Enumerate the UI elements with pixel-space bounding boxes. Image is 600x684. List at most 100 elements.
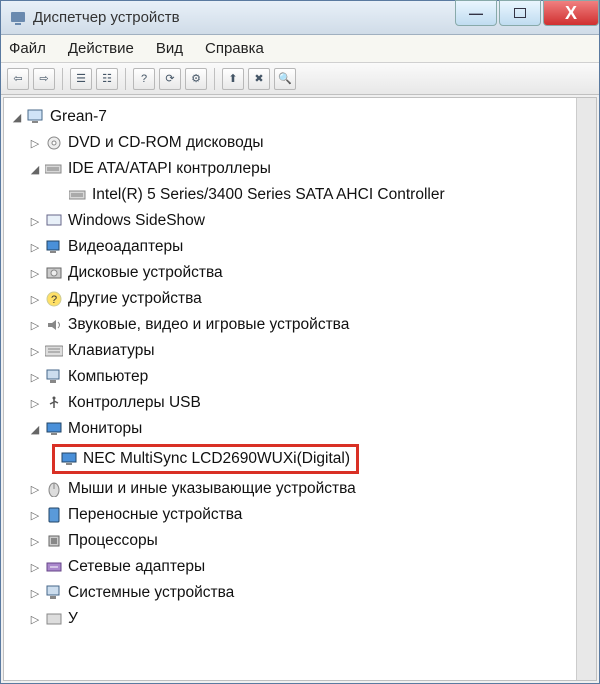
separator [125, 68, 126, 90]
monitor-icon [59, 450, 79, 468]
node-label: Дисковые устройства [68, 264, 223, 282]
node-label: Grean-7 [50, 108, 107, 126]
speaker-icon [44, 316, 64, 334]
expander-icon[interactable]: ▷ [28, 266, 42, 280]
node-label: Системные устройства [68, 584, 234, 602]
view-mode-button[interactable]: ☰ [70, 68, 92, 90]
node-label: Другие устройства [68, 290, 202, 308]
expander-icon[interactable]: ▷ [28, 396, 42, 410]
node-label: Компьютер [68, 368, 148, 386]
tree-root[interactable]: ◢ Grean-7 [4, 104, 576, 130]
window-title: Диспетчер устройств [33, 9, 453, 26]
scan-button[interactable]: ⟳ [159, 68, 181, 90]
expander-icon[interactable]: ▷ [28, 560, 42, 574]
expander-icon[interactable]: ▷ [28, 240, 42, 254]
node-label: Звуковые, видео и игровые устройства [68, 316, 349, 334]
scrollbar[interactable] [576, 98, 596, 680]
tree-node-computer[interactable]: ▷ Компьютер [4, 364, 576, 390]
menubar: Файл Действие Вид Справка [1, 35, 599, 63]
keyboard-icon [44, 342, 64, 360]
minimize-button[interactable]: — [455, 0, 497, 26]
tree-node-cpu[interactable]: ▷ Процессоры [4, 528, 576, 554]
separator [62, 68, 63, 90]
menu-file[interactable]: Файл [9, 40, 46, 57]
expander-icon[interactable]: ▷ [28, 534, 42, 548]
tree-node-other[interactable]: ▷ ? Другие устройства [4, 286, 576, 312]
node-label: IDE ATA/ATAPI контроллеры [68, 160, 271, 178]
unknown-icon: ? [44, 290, 64, 308]
system-icon [44, 584, 64, 602]
update-button[interactable]: ⬆ [222, 68, 244, 90]
network-icon [44, 558, 64, 576]
forward-button[interactable]: ⇨ [33, 68, 55, 90]
expander-icon[interactable]: ▷ [28, 292, 42, 306]
titlebar[interactable]: Диспетчер устройств — X [1, 1, 599, 35]
node-label: Intel(R) 5 Series/3400 Series SATA AHCI … [92, 186, 445, 204]
maximize-button[interactable] [499, 0, 541, 26]
controller-icon [68, 186, 88, 204]
tree-node-dvd[interactable]: ▷ DVD и CD-ROM дисководы [4, 130, 576, 156]
tree-node-sideshow[interactable]: ▷ Windows SideShow [4, 208, 576, 234]
back-button[interactable]: ⇦ [7, 68, 29, 90]
menu-help[interactable]: Справка [205, 40, 264, 57]
menu-action[interactable]: Действие [68, 40, 134, 57]
tree-node-portable[interactable]: ▷ Переносные устройства [4, 502, 576, 528]
node-label: Переносные устройства [68, 506, 242, 524]
menu-view[interactable]: Вид [156, 40, 183, 57]
tree-node-monitors[interactable]: ◢ Мониторы [4, 416, 576, 442]
help-button[interactable]: ? [133, 68, 155, 90]
app-icon [9, 9, 27, 27]
tree-node-keyboard[interactable]: ▷ Клавиатуры [4, 338, 576, 364]
node-label: Контроллеры USB [68, 394, 201, 412]
portable-icon [44, 506, 64, 524]
expander-icon[interactable]: ◢ [28, 162, 42, 176]
cpu-icon [44, 532, 64, 550]
expander-spacer [52, 188, 66, 202]
expander-icon[interactable]: ◢ [10, 110, 24, 124]
tree-node-ide[interactable]: ◢ IDE ATA/ATAPI контроллеры [4, 156, 576, 182]
sideshow-icon [44, 212, 64, 230]
tree-node-network[interactable]: ▷ Сетевые адаптеры [4, 554, 576, 580]
tree-node-video[interactable]: ▷ Видеоадаптеры [4, 234, 576, 260]
expander-icon[interactable]: ▷ [28, 370, 42, 384]
device-manager-window: Диспетчер устройств — X Файл Действие Ви… [0, 0, 600, 684]
tree-node-hid[interactable]: ▷ У [4, 606, 576, 632]
expander-icon[interactable]: ▷ [28, 482, 42, 496]
tree-node-ide-child[interactable]: Intel(R) 5 Series/3400 Series SATA AHCI … [4, 182, 576, 208]
expander-icon[interactable]: ▷ [28, 586, 42, 600]
expander-icon[interactable]: ▷ [28, 508, 42, 522]
expander-icon[interactable]: ▷ [28, 318, 42, 332]
tree-node-usb[interactable]: ▷ Контроллеры USB [4, 390, 576, 416]
mouse-icon [44, 480, 64, 498]
node-label: Мониторы [68, 420, 142, 438]
scan-hw-button[interactable]: 🔍 [274, 68, 296, 90]
tree-node-disk[interactable]: ▷ Дисковые устройства [4, 260, 576, 286]
computer-icon [26, 108, 46, 126]
tree-node-monitor-child[interactable]: NEC MultiSync LCD2690WUXi(Digital) [52, 444, 359, 474]
disk-icon [44, 264, 64, 282]
node-label: Windows SideShow [68, 212, 205, 230]
node-label: DVD и CD-ROM дисководы [68, 134, 264, 152]
expander-icon[interactable]: ▷ [28, 344, 42, 358]
expander-icon[interactable]: ▷ [28, 612, 42, 626]
tree-node-mouse[interactable]: ▷ Мыши и иные указывающие устройства [4, 476, 576, 502]
content-area: ◢ Grean-7 ▷ DVD и CD-ROM дисководы ◢ IDE… [3, 97, 597, 681]
tree-node-system[interactable]: ▷ Системные устройства [4, 580, 576, 606]
close-button[interactable]: X [543, 0, 599, 26]
pc-icon [44, 368, 64, 386]
monitor-icon [44, 420, 64, 438]
uninstall-button[interactable]: ✖ [248, 68, 270, 90]
expander-icon[interactable]: ▷ [28, 214, 42, 228]
node-label: NEC MultiSync LCD2690WUXi(Digital) [83, 450, 350, 468]
tree-row-highlighted: NEC MultiSync LCD2690WUXi(Digital) [4, 442, 576, 476]
svg-text:?: ? [51, 294, 57, 306]
properties-button[interactable]: ⚙ [185, 68, 207, 90]
expander-icon[interactable]: ◢ [28, 422, 42, 436]
view-mode2-button[interactable]: ☷ [96, 68, 118, 90]
device-tree[interactable]: ◢ Grean-7 ▷ DVD и CD-ROM дисководы ◢ IDE… [4, 98, 576, 680]
node-label: У [68, 610, 78, 628]
controller-icon [44, 160, 64, 178]
node-label: Сетевые адаптеры [68, 558, 205, 576]
expander-icon[interactable]: ▷ [28, 136, 42, 150]
tree-node-audio[interactable]: ▷ Звуковые, видео и игровые устройства [4, 312, 576, 338]
